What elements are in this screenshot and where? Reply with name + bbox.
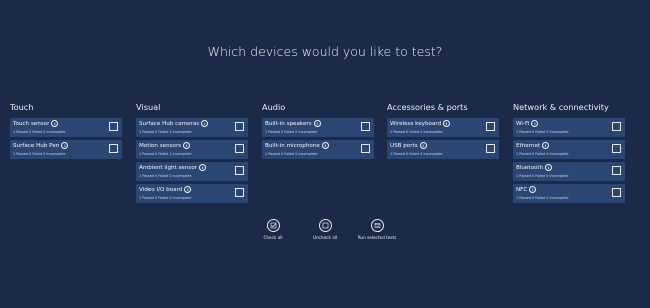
- device-name: Wi-Fi: [516, 121, 530, 127]
- device-checkbox[interactable]: [486, 122, 495, 131]
- run-selected-tests-button[interactable]: Run selected tests: [342, 219, 412, 240]
- category-touch: Touch Touch sensor i 1 Passed 0 Failed 0 …: [10, 102, 124, 162]
- device-name: Built-in speakers: [265, 121, 312, 127]
- category-heading: Touch: [10, 102, 34, 112]
- device-card-touch-sensor[interactable]: Touch sensor i 1 Passed 0 Failed 0 Incomp…: [10, 118, 122, 137]
- category-heading: Accessories & ports: [387, 102, 468, 112]
- info-icon[interactable]: i: [61, 142, 69, 149]
- category-heading: Audio: [262, 102, 286, 112]
- device-checkbox[interactable]: [109, 122, 118, 131]
- info-icon[interactable]: i: [542, 142, 550, 149]
- device-stats: 1 Passed 0 Failed 0 Incomplete: [139, 174, 192, 178]
- device-checkbox[interactable]: [235, 188, 244, 197]
- run-tests-icon[interactable]: [370, 219, 384, 232]
- device-name: Wireless keyboard: [390, 121, 442, 127]
- device-card-wireless-keyboard[interactable]: Wireless keyboard i 2 Passed 0 Failed 0 I…: [387, 118, 499, 137]
- device-name: Bluetooth: [516, 165, 544, 171]
- device-checkbox[interactable]: [361, 144, 370, 153]
- device-name: USB ports: [390, 143, 418, 149]
- device-stats: 1 Passed 0 Failed 0 Incomplete: [139, 196, 192, 200]
- page-title: Which devices would you like to test?: [207, 44, 443, 59]
- category-accessories-ports: Accessories & ports Wireless keyboard i 2…: [387, 102, 501, 162]
- info-icon[interactable]: i: [531, 120, 539, 127]
- info-icon[interactable]: i: [201, 120, 209, 127]
- check-all-icon[interactable]: [266, 219, 280, 232]
- device-stats: 1 Passed 0 Failed 4 Incomplete: [139, 130, 192, 134]
- device-name: Surface Hub cameras: [139, 121, 200, 127]
- device-checkbox[interactable]: [612, 166, 621, 175]
- device-name: Built-in microphone: [265, 143, 320, 149]
- device-stats: 1 Passed 0 Failed 0 Incomplete: [13, 152, 66, 156]
- device-card-ethernet[interactable]: Ethernet i 1 Passed 0 Failed 0 Incomplete: [513, 140, 625, 159]
- device-stats: 1 Passed 0 Failed 0 Incomplete: [516, 174, 569, 178]
- device-stats: 2 Passed 0 Failed 0 Incomplete: [390, 130, 443, 134]
- device-card-ambient-light-sensor[interactable]: Ambient light sensor i 1 Passed 0 Failed …: [136, 162, 248, 181]
- device-checkbox[interactable]: [361, 122, 370, 131]
- device-stats: 1 Passed 0 Failed 0 Incomplete: [516, 196, 569, 200]
- device-name: Motion sensors: [139, 143, 182, 149]
- device-checkbox[interactable]: [235, 122, 244, 131]
- category-network-connectivity: Network & connectivity Wi-Fi i 1 Passed 0…: [513, 102, 627, 206]
- info-icon[interactable]: i: [184, 186, 192, 193]
- device-card-motion-sensors[interactable]: Motion sensors i 1 Passed 0 Failed 1 Inco…: [136, 140, 248, 159]
- device-name: Touch sensor: [13, 121, 50, 127]
- device-card-video-io-board[interactable]: Video I/O board i 1 Passed 0 Failed 0 Inc…: [136, 184, 248, 203]
- info-icon[interactable]: i: [529, 186, 537, 193]
- info-icon[interactable]: i: [321, 142, 329, 149]
- uncheck-all-icon[interactable]: [318, 219, 332, 232]
- device-card-surface-hub-pen[interactable]: Surface Hub Pen i 1 Passed 0 Failed 0 Inc…: [10, 140, 122, 159]
- device-card-surface-hub-cameras[interactable]: Surface Hub cameras i 1 Passed 0 Failed 4…: [136, 118, 248, 137]
- device-checkbox[interactable]: [612, 188, 621, 197]
- device-card-usb-ports[interactable]: USB ports i 1 Passed 0 Failed 4 Incomplet…: [387, 140, 499, 159]
- info-icon[interactable]: i: [183, 142, 191, 149]
- device-checkbox[interactable]: [612, 144, 621, 153]
- device-name: Ambient light sensor: [139, 165, 198, 171]
- device-checkbox[interactable]: [235, 144, 244, 153]
- device-stats: 1 Passed 0 Failed 0 Incomplete: [516, 152, 569, 156]
- device-checkbox[interactable]: [486, 144, 495, 153]
- device-checkbox[interactable]: [235, 166, 244, 175]
- device-checkbox[interactable]: [612, 122, 621, 131]
- info-icon[interactable]: i: [199, 164, 207, 171]
- category-audio: Audio Built-in speakers i 1 Passed 0 Fail…: [262, 102, 376, 162]
- category-visual: Visual Surface Hub cameras i 1 Passed 0 F…: [136, 102, 250, 206]
- info-icon[interactable]: i: [51, 120, 59, 127]
- device-name: Video I/O board: [139, 187, 183, 193]
- device-stats: 1 Passed 0 Failed 4 Incomplete: [390, 152, 443, 156]
- device-stats: 1 Passed 0 Failed 0 Incomplete: [13, 130, 66, 134]
- device-name: NFC: [516, 187, 528, 193]
- device-stats: 1 Passed 0 Failed 0 Incomplete: [265, 152, 318, 156]
- device-card-built-in-microphone[interactable]: Built-in microphone i 1 Passed 0 Failed 0…: [262, 140, 374, 159]
- run-selected-tests-label: Run selected tests: [357, 235, 397, 240]
- device-checkbox[interactable]: [109, 144, 118, 153]
- info-icon[interactable]: i: [419, 142, 427, 149]
- info-icon[interactable]: i: [443, 120, 451, 127]
- device-stats: 1 Passed 0 Failed 0 Incomplete: [265, 130, 318, 134]
- device-card-nfc[interactable]: NFC i 1 Passed 0 Failed 0 Incomplete: [513, 184, 625, 203]
- device-name: Ethernet: [516, 143, 541, 149]
- device-stats: 1 Passed 0 Failed 0 Incomplete: [516, 130, 569, 134]
- info-icon[interactable]: i: [545, 164, 553, 171]
- device-name: Surface Hub Pen: [13, 143, 60, 149]
- category-heading: Visual: [136, 102, 161, 112]
- device-card-bluetooth[interactable]: Bluetooth i 1 Passed 0 Failed 0 Incomplet…: [513, 162, 625, 181]
- device-card-built-in-speakers[interactable]: Built-in speakers i 1 Passed 0 Failed 0 I…: [262, 118, 374, 137]
- category-heading: Network & connectivity: [513, 102, 609, 112]
- device-stats: 1 Passed 0 Failed 1 Incomplete: [139, 152, 192, 156]
- info-icon[interactable]: i: [313, 120, 321, 127]
- device-card-wifi[interactable]: Wi-Fi i 1 Passed 0 Failed 0 Incomplete: [513, 118, 625, 137]
